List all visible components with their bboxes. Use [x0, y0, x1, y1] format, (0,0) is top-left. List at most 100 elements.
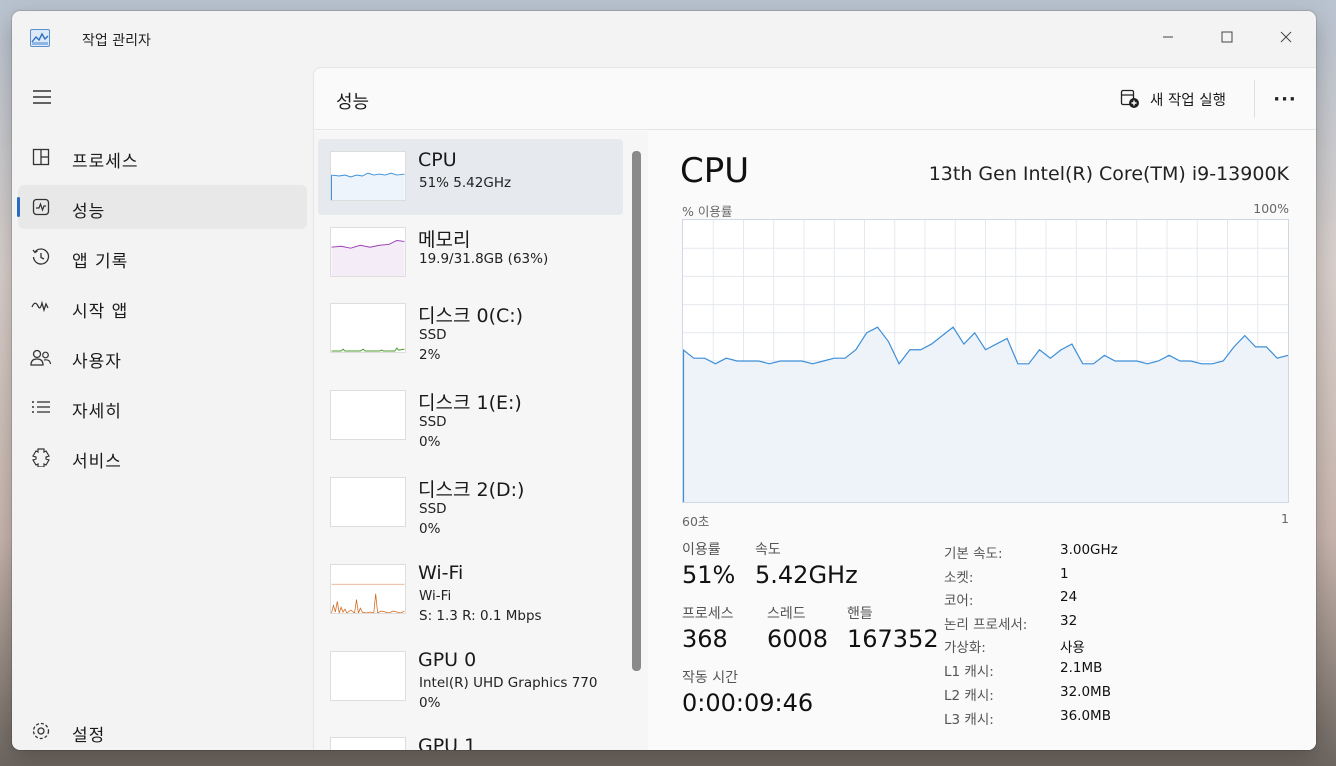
nav-item-label: 사용자	[72, 352, 122, 372]
detail-title: CPU	[680, 151, 750, 191]
spec-value: 1	[1060, 566, 1069, 582]
uptime-value: 0:00:09:46	[682, 689, 814, 717]
device-item-gpu-0[interactable]: GPU 0 Intel(R) UHD Graphics 770 0%	[318, 639, 623, 715]
device-item-cpu[interactable]: CPU 51% 5.42GHz	[318, 139, 623, 215]
spec-value: 32.0MB	[1060, 684, 1111, 700]
utilization-value: 51%	[682, 561, 736, 589]
spec-value: 36.0MB	[1060, 708, 1111, 724]
performance-icon	[30, 196, 52, 218]
device-thumbnail	[330, 227, 406, 277]
device-item-wifi[interactable]: Wi-Fi Wi-Fi S: 1.3 R: 0.1 Mbps	[318, 552, 623, 628]
users-icon	[30, 346, 52, 368]
nav-item-details[interactable]: 자세히	[18, 385, 307, 429]
nav-item-label: 자세히	[72, 402, 122, 422]
maximize-button[interactable]	[1204, 19, 1250, 55]
nav-item-label: 시작 앱	[72, 302, 129, 322]
spec-label: L2 캐시:	[944, 688, 994, 704]
page-title: 성능	[336, 92, 370, 113]
cpu-usage-graph	[682, 219, 1289, 503]
device-item-disk-2[interactable]: 디스크 2(D:) SSD 0%	[318, 465, 623, 541]
device-item-disk-1[interactable]: 디스크 1(E:) SSD 0%	[318, 378, 623, 454]
title-bar[interactable]: 작업 관리자	[12, 11, 1316, 67]
scrollbar-thumb[interactable]	[632, 151, 641, 671]
spec-value: 2.1MB	[1060, 660, 1103, 676]
spec-value: 3.00GHz	[1060, 542, 1118, 558]
device-detail: 51% 5.42GHz	[419, 175, 512, 191]
device-name: 디스크 2(D:)	[418, 479, 525, 501]
device-type: SSD	[419, 501, 447, 517]
device-thumbnail	[330, 737, 406, 750]
device-name: GPU 1	[418, 735, 477, 750]
device-usage: 0%	[419, 434, 441, 450]
device-throughput: S: 1.3 R: 0.1 Mbps	[419, 608, 542, 624]
graph-y-max-label: 100%	[1253, 201, 1289, 216]
spec-value: 24	[1060, 589, 1078, 605]
cpu-model-name: 13th Gen Intel(R) Core(TM) i9-13900K	[928, 163, 1289, 185]
device-usage: 0%	[419, 695, 441, 711]
nav-item-processes[interactable]: 프로세스	[18, 135, 307, 179]
graph-x-right-label: 1	[1281, 511, 1289, 526]
device-name: GPU 0	[418, 649, 477, 671]
device-thumbnail	[330, 303, 406, 353]
spec-label: L3 캐시:	[944, 712, 994, 728]
device-item-disk-0[interactable]: 디스크 0(C:) SSD 2%	[318, 291, 623, 367]
spec-label: 가상화:	[944, 640, 986, 656]
spec-value: 사용	[1060, 640, 1085, 656]
performance-page: 성능 새 작업 실행 ··· CPU 51% 5.42GHz 메모리 19.9/…	[313, 67, 1316, 750]
page-header: 성능 새 작업 실행 ···	[314, 68, 1316, 130]
device-name: Wi-Fi	[418, 562, 464, 584]
spec-label: 코어:	[944, 593, 974, 609]
device-detail: 19.9/31.8GB (63%)	[419, 251, 549, 267]
nav-item-services[interactable]: 서비스	[18, 435, 307, 479]
handles-label: 핸들	[847, 606, 873, 622]
nav-item-settings[interactable]: 설정	[18, 709, 307, 750]
graph-y-label: % 이용률	[682, 204, 733, 219]
device-name: 메모리	[418, 229, 471, 251]
device-list-scrollbar[interactable]	[630, 151, 641, 750]
nav-item-startup-apps[interactable]: 시작 앱	[18, 285, 307, 329]
device-thumbnail	[330, 390, 406, 440]
device-thumbnail	[330, 651, 406, 701]
graph-x-left-label: 60초	[682, 514, 710, 529]
nav-item-users[interactable]: 사용자	[18, 335, 307, 379]
device-model: Intel(R) UHD Graphics 770	[419, 675, 598, 691]
run-new-task-label: 새 작업 실행	[1150, 92, 1226, 109]
minimize-button[interactable]	[1145, 19, 1191, 55]
maximize-icon	[1221, 31, 1233, 43]
device-type: SSD	[419, 414, 447, 430]
speed-value: 5.42GHz	[755, 561, 858, 589]
device-item-gpu-1[interactable]: GPU 1	[318, 725, 623, 750]
device-usage: 2%	[419, 347, 441, 363]
task-manager-app-icon	[30, 29, 50, 47]
handles-value: 167352	[847, 625, 939, 653]
nav-item-app-history[interactable]: 앱 기록	[18, 235, 307, 279]
settings-gear-icon	[30, 720, 52, 742]
more-options-button[interactable]: ···	[1270, 87, 1300, 111]
startup-apps-icon	[30, 296, 52, 318]
close-button[interactable]	[1263, 19, 1309, 55]
nav-item-performance[interactable]: 성능	[17, 185, 307, 229]
speed-label: 속도	[755, 542, 781, 558]
spec-label: 논리 프로세서:	[944, 617, 1028, 633]
hamburger-menu-button[interactable]	[30, 85, 54, 109]
nav-item-label: 서비스	[72, 452, 122, 472]
hamburger-icon	[33, 90, 51, 104]
device-type: SSD	[419, 327, 447, 343]
settings-label: 설정	[72, 726, 106, 746]
spec-label: 소켓:	[944, 570, 974, 586]
header-divider	[1254, 80, 1255, 118]
app-history-icon	[30, 246, 52, 268]
device-thumbnail	[330, 151, 406, 201]
device-name: CPU	[418, 149, 457, 171]
device-thumbnail	[330, 477, 406, 527]
processes-label: 프로세스	[682, 606, 734, 622]
device-list: CPU 51% 5.42GHz 메모리 19.9/31.8GB (63%) 디스…	[314, 131, 648, 750]
spec-label: 기본 속도:	[944, 546, 1003, 562]
device-item-memory[interactable]: 메모리 19.9/31.8GB (63%)	[318, 215, 623, 291]
nav-item-label: 프로세스	[72, 152, 139, 172]
device-usage: 0%	[419, 521, 441, 537]
device-name: 디스크 0(C:)	[418, 305, 524, 327]
nav-item-label: 앱 기록	[72, 252, 129, 272]
nav-item-label: 성능	[72, 202, 106, 222]
run-new-task-button[interactable]: 새 작업 실행	[1120, 87, 1226, 111]
